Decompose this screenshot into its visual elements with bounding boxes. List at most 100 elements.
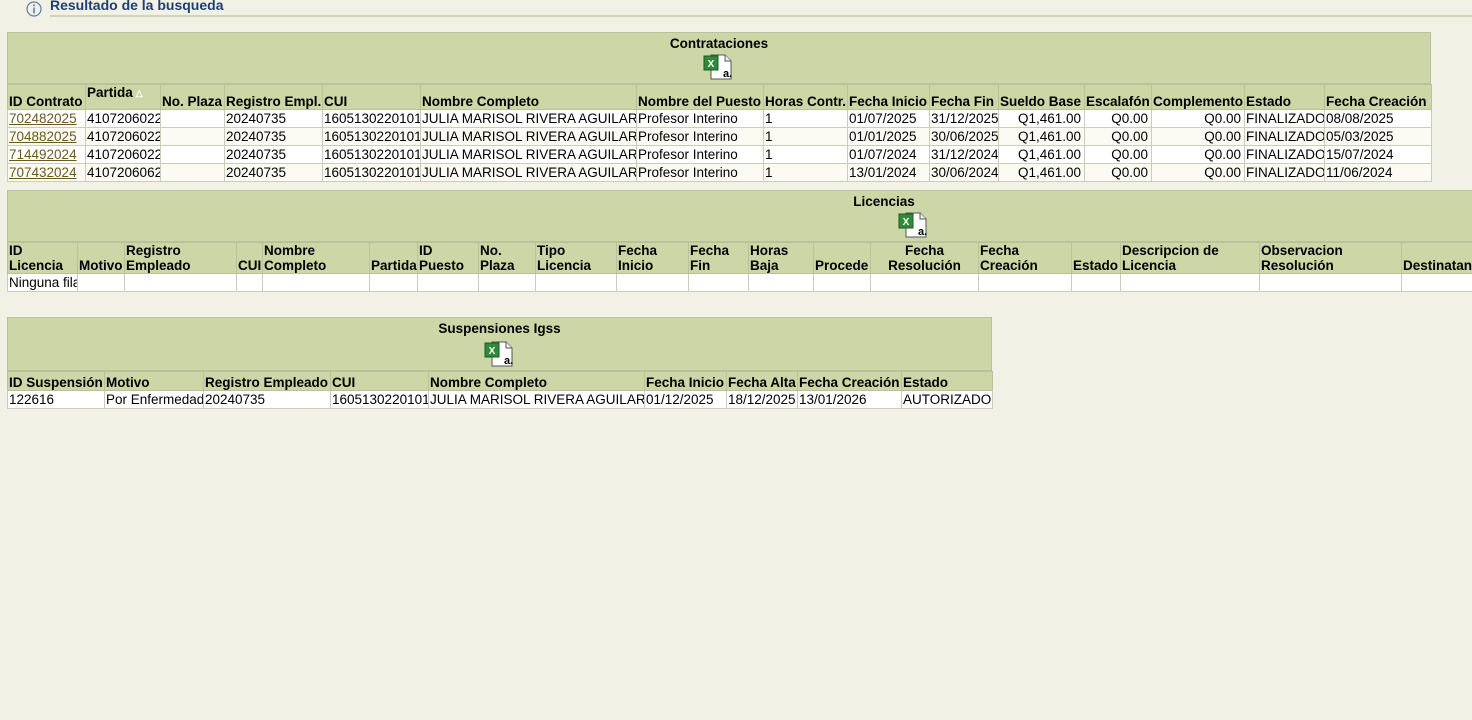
cell-inicio: 01/01/2025 [847, 127, 930, 146]
col-fecha-creacion[interactable]: Fecha Creación [797, 371, 902, 391]
cell-complemento: Q0.00 [1151, 163, 1245, 182]
contract-link[interactable]: 707432024 [9, 165, 77, 180]
col-observacion-resolucion[interactable]: Observacion Resolución [1259, 242, 1402, 274]
col-partida[interactable]: Partida △ [85, 84, 161, 110]
col-nombre-completo[interactable]: Nombre Completo [420, 84, 637, 110]
col-nombre-puesto[interactable]: Nombre del Puesto [636, 84, 764, 110]
excel-export-icon[interactable]: X a. [703, 53, 733, 81]
contract-link[interactable]: 702482025 [9, 111, 77, 126]
cell-fin: 30/06/2025 [929, 127, 999, 146]
cell-fin: 31/12/2025 [929, 109, 999, 128]
table-row: 702482025 41072060221 20240735 160513022… [7, 109, 1432, 128]
col-fecha-fin[interactable]: Fecha Fin [929, 84, 999, 110]
empty-cell [978, 273, 1072, 292]
col-label-bottom: Completo [264, 258, 327, 273]
cell-inicio: 01/07/2025 [847, 109, 930, 128]
cell-sueldo: Q1,461.00 [998, 109, 1085, 128]
cell-complemento: Q0.00 [1151, 145, 1245, 164]
svg-text:X: X [488, 346, 495, 357]
col-descripcion-licencia[interactable]: Descripcion de Licencia [1120, 242, 1260, 274]
cell-escalafon: Q0.00 [1084, 127, 1152, 146]
cell-complemento: Q0.00 [1151, 109, 1245, 128]
col-nombre-completo[interactable]: Nombre Completo [262, 242, 370, 274]
col-motivo[interactable]: Motivo [77, 242, 125, 274]
cell-creacion: 08/08/2025 [1324, 109, 1432, 128]
col-horas-baja[interactable]: Horas Baja [748, 242, 814, 274]
col-complemento[interactable]: Complemento [1151, 84, 1245, 110]
col-procede[interactable]: Procede [813, 242, 871, 274]
col-estado[interactable]: Estado [1071, 242, 1121, 274]
col-label-bottom: Estado [1073, 258, 1119, 273]
col-id-puesto[interactable]: ID Puesto [417, 242, 479, 274]
contrataciones-header: Contrataciones X a. [7, 32, 1431, 84]
table-row: 704882025 41072060221 20240735 160513022… [7, 127, 1432, 146]
col-id-suspension[interactable]: ID Suspensión [7, 371, 105, 391]
col-no-plaza[interactable]: No. Plaza [478, 242, 536, 274]
col-fecha-inicio[interactable]: Fecha Inicio [616, 242, 689, 274]
cell-fin: 31/12/2024 [929, 145, 999, 164]
cell-inicio: 01/07/2024 [847, 145, 930, 164]
cell-creacion: 13/01/2026 [797, 390, 902, 409]
col-fecha-fin[interactable]: Fecha Fin [688, 242, 749, 274]
cell-estado: FINALIZADO [1244, 145, 1325, 164]
col-label-top: No. [480, 243, 502, 259]
col-fecha-creacion[interactable]: Fecha Creación [1324, 84, 1432, 110]
col-label-top: Fecha [904, 243, 945, 259]
col-fecha-alta[interactable]: Fecha Alta [726, 371, 798, 391]
cell-nombre: JULIA MARISOL RIVERA AGUILAR [420, 127, 637, 146]
cell-registro: 20240735 [224, 127, 323, 146]
col-fecha-inicio[interactable]: Fecha Inicio [847, 84, 930, 110]
col-label-bottom: CUI [238, 258, 262, 273]
col-cui[interactable]: CUI [236, 242, 263, 274]
col-partida[interactable]: Partida [369, 242, 418, 274]
col-cui[interactable]: CUI [322, 84, 421, 110]
col-estado[interactable]: Estado [1244, 84, 1325, 110]
empty-cell [124, 273, 237, 292]
excel-export-icon[interactable]: X a. [898, 211, 928, 239]
cell-id-contrato: 702482025 [7, 109, 86, 128]
col-label-bottom: Licencia [9, 258, 64, 273]
col-escalafon[interactable]: Escalafón [1084, 84, 1152, 110]
col-registro-empleado[interactable]: Registro Empleado [124, 242, 237, 274]
contrataciones-section: Contrataciones X a. ID Contrato Partida △… [7, 32, 1432, 182]
col-registro-empleado[interactable]: Registro Empleado [203, 371, 331, 391]
contract-link[interactable]: 714492024 [9, 147, 77, 162]
page-title: Resultado de la busqueda [50, 0, 224, 13]
col-partida-label: Partida [87, 85, 133, 101]
col-fecha-creacion[interactable]: Fecha Creación [978, 242, 1072, 274]
col-destinatario[interactable]: Destinatan [1401, 242, 1472, 274]
col-label-bottom: Licencia [537, 258, 592, 273]
empty-cell [262, 273, 370, 292]
cell-inicio: 13/01/2024 [847, 163, 930, 182]
contrataciones-table: ID Contrato Partida △ No. Plaza Registro … [7, 84, 1432, 182]
col-no-plaza[interactable]: No. Plaza [160, 84, 225, 110]
col-tipo-licencia[interactable]: Tipo Licencia [535, 242, 617, 274]
col-id-contrato[interactable]: ID Contrato [7, 84, 86, 110]
cell-nombre: JULIA MARISOL RIVERA AGUILAR [428, 390, 645, 409]
col-id-licencia[interactable]: ID Licencia [7, 242, 78, 274]
col-fecha-resolucion[interactable]: Fecha Resolución [870, 242, 979, 274]
page-header: Resultado de la busqueda [0, 0, 1472, 18]
col-label-bottom: Procede [815, 258, 869, 273]
col-estado[interactable]: Estado [901, 371, 993, 391]
licencias-table: ID Licencia Motivo Registro Empleado CUI N… [7, 242, 1472, 292]
col-cui[interactable]: CUI [330, 371, 429, 391]
cell-partida: 4107206062527 [85, 163, 161, 182]
col-horas-contr[interactable]: Horas Contr. [763, 84, 848, 110]
excel-export-icon[interactable]: X a. [484, 340, 514, 368]
contract-link[interactable]: 704882025 [9, 129, 77, 144]
col-nombre-completo[interactable]: Nombre Completo [428, 371, 645, 391]
empty-cell [870, 273, 979, 292]
col-fecha-inicio[interactable]: Fecha Inicio [644, 371, 727, 391]
cell-puesto: Profesor Interino [636, 145, 764, 164]
empty-cell [535, 273, 617, 292]
col-label-top: Descripcion de [1122, 243, 1219, 259]
col-motivo[interactable]: Motivo [104, 371, 204, 391]
table-row: 714492024 41072060221 20240735 160513022… [7, 145, 1432, 164]
col-sueldo-base[interactable]: Sueldo Base [998, 84, 1085, 110]
cell-escalafon: Q0.00 [1084, 109, 1152, 128]
col-registro-empl[interactable]: Registro Empl. [224, 84, 323, 110]
suspensiones-section: Suspensiones Igss X a. ID Suspensión Mot… [7, 317, 993, 409]
col-label-bottom: Resolución [888, 258, 961, 273]
empty-cell [1259, 273, 1402, 292]
